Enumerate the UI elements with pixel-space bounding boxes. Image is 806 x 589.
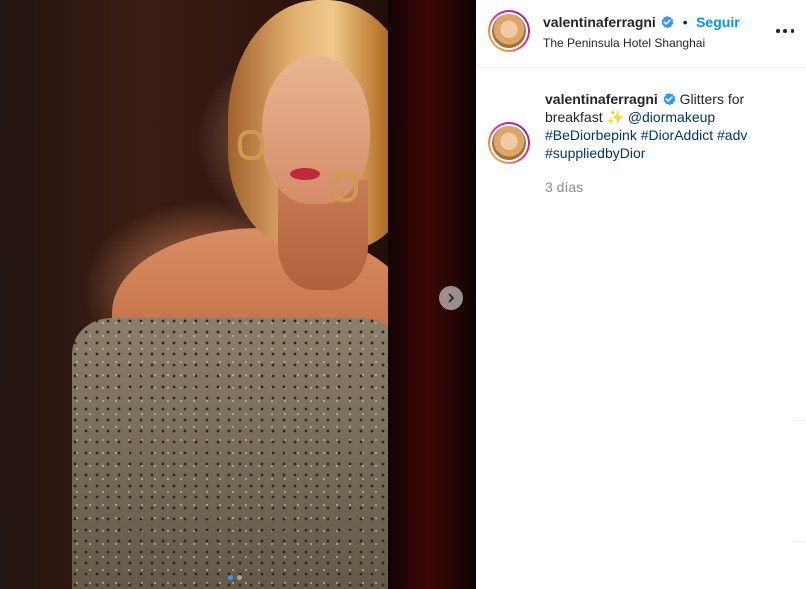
photo-curtain (388, 0, 476, 589)
photo-dress (72, 318, 402, 589)
post-header: valentinaferragni • Seguir The Peninsula… (476, 0, 806, 68)
divider (794, 420, 806, 421)
carousel-dot (237, 575, 242, 580)
next-image-button[interactable] (439, 286, 463, 310)
divider (794, 541, 806, 542)
verified-badge-icon (663, 92, 676, 106)
post-details-panel: valentinaferragni • Seguir The Peninsula… (476, 0, 806, 589)
post-caption: valentinaferragni Glitters for breakfast… (545, 90, 785, 162)
hashtag-link[interactable]: #DiorAddict (641, 127, 713, 143)
carousel-indicator (228, 575, 242, 580)
verified-badge-icon (661, 15, 674, 29)
header-user-line: valentinaferragni • Seguir (543, 14, 740, 32)
sparkles-emoji: ✨ (606, 109, 624, 125)
post-timestamp[interactable]: 3 días (545, 179, 583, 195)
hashtag-link[interactable]: #adv (717, 127, 747, 143)
more-options-icon[interactable] (776, 22, 794, 40)
chevron-right-icon (448, 293, 454, 303)
mention-link[interactable]: @diormakeup (628, 109, 715, 125)
header-avatar[interactable] (488, 10, 530, 52)
photo-earring-right (332, 172, 358, 202)
caption-avatar[interactable] (488, 122, 530, 164)
location-link[interactable]: The Peninsula Hotel Shanghai (543, 36, 705, 50)
photo-earring-left (238, 130, 264, 160)
carousel-dot-active (228, 575, 233, 580)
photo-lips (290, 168, 320, 180)
hashtag-link[interactable]: #suppliedbyDior (545, 145, 645, 161)
follow-button[interactable]: Seguir (696, 14, 740, 30)
post-media[interactable] (0, 0, 476, 589)
hashtag-link[interactable]: #BeDiorbepink (545, 127, 637, 143)
separator-dot: • (682, 14, 688, 30)
header-username[interactable]: valentinaferragni (543, 14, 656, 30)
caption-username[interactable]: valentinaferragni (545, 91, 658, 107)
